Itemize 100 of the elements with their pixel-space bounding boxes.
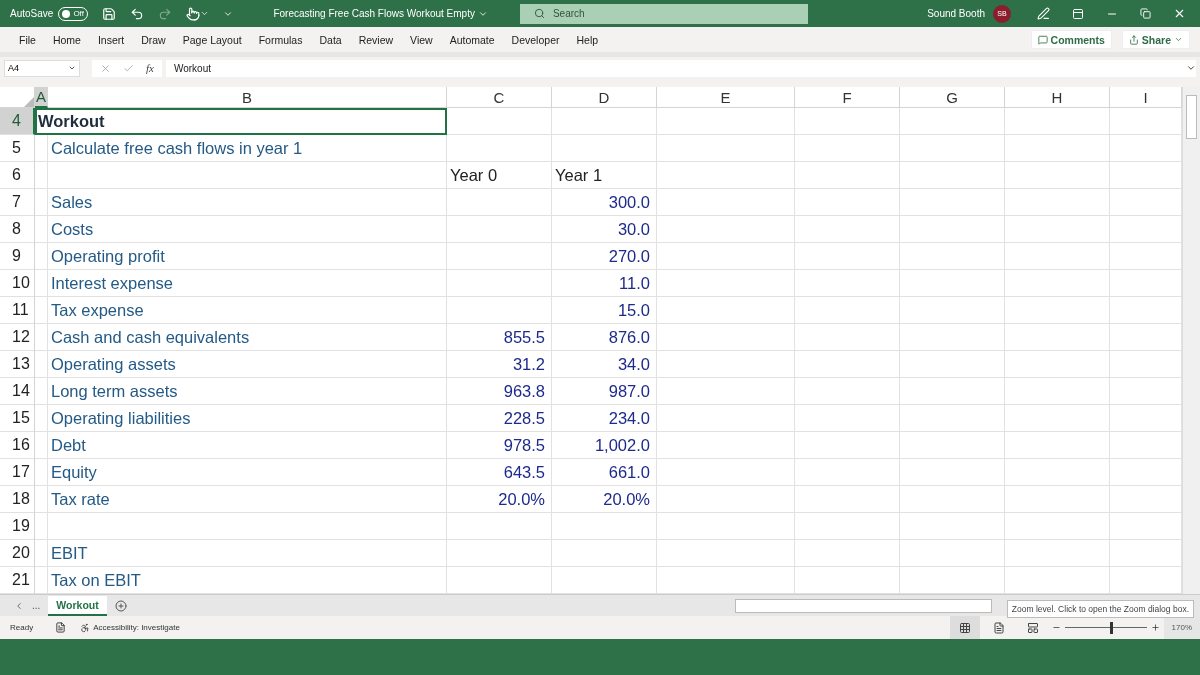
close-icon[interactable] <box>1173 7 1186 20</box>
search-field[interactable]: Search <box>519 3 808 24</box>
search-icon <box>533 8 545 19</box>
document-title[interactable]: Forecasting Free Cash Flows Workout Empty <box>273 8 488 19</box>
add-sheet-icon[interactable] <box>114 599 127 612</box>
zoom-thumb[interactable] <box>1110 621 1114 634</box>
table-cell: 34.0 <box>552 351 657 378</box>
empty-cell <box>35 432 48 459</box>
ribbon-tab[interactable]: Insert <box>90 33 132 46</box>
column-header[interactable]: F <box>795 87 900 108</box>
table-cell: Equity <box>48 459 447 486</box>
table-cell: 300.0 <box>552 189 657 216</box>
row-header[interactable]: 13 <box>0 351 35 378</box>
normal-view-icon[interactable] <box>949 616 980 639</box>
table-cell: 661.0 <box>552 459 657 486</box>
accessibility-status[interactable]: Accessibility: Investigate <box>80 622 180 633</box>
ribbon-tab[interactable]: Developer <box>504 33 567 46</box>
column-header[interactable]: H <box>1005 87 1110 108</box>
row-header[interactable]: 9 <box>0 243 35 270</box>
row-header[interactable]: 12 <box>0 324 35 351</box>
ribbon-tab[interactable]: Draw <box>134 33 173 46</box>
name-box[interactable]: A4 <box>4 59 80 77</box>
ribbon-tab[interactable]: Page Layout <box>175 33 249 46</box>
column-header[interactable]: C <box>447 87 552 108</box>
ribbon-tab[interactable]: Help <box>569 33 606 46</box>
table-cell: 31.2 <box>447 351 552 378</box>
table-cell: 643.5 <box>447 459 552 486</box>
table-cell: 228.5 <box>447 405 552 432</box>
row-header[interactable]: 11 <box>0 297 35 324</box>
share-button[interactable]: Share <box>1121 30 1190 49</box>
previous-sheet-icon[interactable] <box>14 600 24 611</box>
ribbon-tab[interactable]: Automate <box>442 33 502 46</box>
row-header[interactable]: 6 <box>0 162 35 189</box>
sheet-tab[interactable]: Workout <box>48 595 107 616</box>
undo-icon[interactable] <box>130 6 145 21</box>
column-header[interactable]: A <box>35 87 48 108</box>
table-cell: Long term assets <box>48 378 447 405</box>
row-header[interactable]: 7 <box>0 189 35 216</box>
table-cell: 234.0 <box>552 405 657 432</box>
table-cell: 20.0% <box>552 486 657 513</box>
comment-icon <box>1037 34 1048 45</box>
formula-input[interactable]: Workout <box>165 59 1196 77</box>
table-cell: Operating liabilities <box>48 405 447 432</box>
macro-recording-icon[interactable] <box>55 622 67 633</box>
vertical-scrollbar[interactable] <box>1182 87 1200 594</box>
more-sheets[interactable]: ... <box>32 600 41 611</box>
touch-mode-icon[interactable] <box>186 6 210 21</box>
column-header[interactable]: D <box>552 87 657 108</box>
column-header[interactable]: I <box>1110 87 1182 108</box>
table-cell: Calculate free cash flows in year 1 <box>48 135 447 162</box>
row-header[interactable]: 5 <box>0 135 35 162</box>
table-cell: Year 0 <box>447 162 552 189</box>
empty-cell <box>35 270 48 297</box>
table-cell: 11.0 <box>552 270 657 297</box>
ribbon-tab[interactable]: Data <box>312 33 349 46</box>
column-header[interactable]: G <box>900 87 1005 108</box>
row-header[interactable]: 19 <box>0 513 35 540</box>
table-cell: Tax expense <box>48 297 447 324</box>
empty-cell <box>35 513 48 540</box>
ribbon-tab[interactable]: Home <box>45 33 88 46</box>
empty-cell <box>35 351 48 378</box>
row-header[interactable]: 8 <box>0 216 35 243</box>
row-header[interactable]: 18 <box>0 486 35 513</box>
table-cell: 963.8 <box>447 378 552 405</box>
restore-icon[interactable] <box>1140 7 1151 20</box>
chevron-down-icon <box>68 64 76 72</box>
ribbon-tab[interactable]: File <box>12 33 43 46</box>
zoom-level[interactable]: 170% <box>1163 616 1200 639</box>
horizontal-scrollbar[interactable] <box>735 598 992 613</box>
row-header[interactable]: 4 <box>0 108 35 135</box>
chevron-down-icon <box>1186 63 1196 73</box>
row-header[interactable]: 17 <box>0 459 35 486</box>
row-header[interactable]: 15 <box>0 405 35 432</box>
save-icon[interactable] <box>102 6 117 21</box>
table-cell: 876.0 <box>552 324 657 351</box>
column-header[interactable]: B <box>48 87 447 108</box>
zoom-in-icon[interactable] <box>1150 623 1160 632</box>
row-header[interactable]: 20 <box>0 540 35 567</box>
table-cell: 1,002.0 <box>552 432 657 459</box>
row-header[interactable]: 21 <box>0 567 35 594</box>
ribbon-display-icon[interactable] <box>1072 7 1084 20</box>
empty-cell <box>35 324 48 351</box>
column-header[interactable]: E <box>657 87 795 108</box>
comments-button[interactable]: Comments <box>1030 30 1112 49</box>
row-header[interactable]: 14 <box>0 378 35 405</box>
pen-icon[interactable] <box>1037 7 1050 20</box>
table-cell: Operating assets <box>48 351 447 378</box>
row-header[interactable]: 10 <box>0 270 35 297</box>
ribbon-tab[interactable]: View <box>403 33 440 46</box>
insert-function-button[interactable]: fx <box>146 62 154 74</box>
tooltip: Zoom level. Click to open the Zoom dialog box. <box>1006 600 1194 618</box>
ribbon-tab[interactable]: Review <box>351 33 401 46</box>
table-cell: 987.0 <box>552 378 657 405</box>
empty-cell <box>35 297 48 324</box>
table-cell: Tax rate <box>48 486 447 513</box>
share-icon <box>1128 34 1139 45</box>
empty-cell <box>35 405 48 432</box>
user-name: Sound Booth <box>927 8 985 19</box>
row-header[interactable]: 16 <box>0 432 35 459</box>
ribbon-tab[interactable]: Formulas <box>251 33 310 46</box>
